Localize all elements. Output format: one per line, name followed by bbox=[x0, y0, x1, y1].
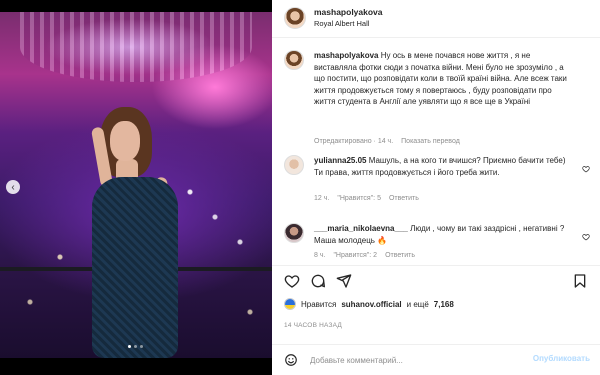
lace-dress bbox=[92, 177, 178, 358]
bookmark-icon[interactable] bbox=[572, 273, 588, 289]
carousel-dot bbox=[128, 345, 131, 348]
caption-translate-link[interactable]: Показать перевод bbox=[401, 138, 460, 145]
add-comment-bar: Опубликовать bbox=[272, 344, 600, 375]
post-timestamp: 14 ЧАСОВ НАЗАД bbox=[284, 322, 342, 329]
heart-icon[interactable] bbox=[582, 160, 590, 173]
likes-suffix: и ещё bbox=[406, 299, 429, 309]
likes-user[interactable]: suhanov.official bbox=[341, 300, 401, 309]
comment-time: 12 ч. bbox=[314, 195, 330, 202]
avatar[interactable] bbox=[284, 298, 296, 310]
person bbox=[78, 107, 198, 358]
comments-list: mashapolyakova Ну ось в мене почався нов… bbox=[272, 40, 600, 265]
caption-meta: Отредактировано · 14 ч. Показать перевод bbox=[314, 138, 460, 145]
action-bar bbox=[272, 265, 600, 295]
comment-text: yulianna25.05 Машуль, а на кого ти вчишс… bbox=[314, 155, 574, 178]
comment-username[interactable]: ___maria_nikolaevna___ bbox=[314, 224, 408, 233]
carousel-dot bbox=[134, 345, 137, 348]
heart-icon[interactable] bbox=[284, 273, 300, 289]
share-icon[interactable] bbox=[336, 273, 352, 289]
chevron-left-icon[interactable]: ‹ bbox=[6, 180, 20, 194]
post-header: mashapolyakova Royal Albert Hall bbox=[272, 0, 600, 38]
carousel-dots bbox=[128, 345, 143, 348]
avatar[interactable] bbox=[284, 50, 304, 70]
caption-edited: Отредактировано · 14 ч. bbox=[314, 138, 394, 145]
comment-likes[interactable]: "Нравится": 2 bbox=[333, 252, 377, 259]
post-sidebar: mashapolyakova Royal Albert Hall mashapo… bbox=[272, 0, 600, 375]
comment-meta: 12 ч. "Нравится": 5 Ответить bbox=[314, 195, 419, 202]
emoji-icon[interactable] bbox=[284, 353, 298, 367]
photo-pane: ‹ bbox=[0, 0, 272, 375]
heart-icon[interactable] bbox=[582, 228, 590, 241]
hall-dome bbox=[20, 12, 252, 82]
comment-reply[interactable]: Ответить bbox=[389, 195, 419, 202]
comment-icon[interactable] bbox=[310, 273, 326, 289]
likes-summary: Нравится suhanov.official и ещё 7,168 bbox=[284, 298, 454, 310]
carousel-dot bbox=[140, 345, 143, 348]
post-location[interactable]: Royal Albert Hall bbox=[314, 19, 369, 28]
post-photo[interactable] bbox=[0, 12, 272, 362]
caption-username[interactable]: mashapolyakova bbox=[314, 51, 378, 60]
avatar[interactable] bbox=[284, 155, 304, 175]
caption-text: mashapolyakova Ну ось в мене почався нов… bbox=[314, 50, 574, 108]
face bbox=[110, 121, 140, 161]
comment-text: ___maria_nikolaevna___ Люди , чому ви та… bbox=[314, 223, 574, 246]
comment-time: 8 ч. bbox=[314, 252, 326, 259]
likes-prefix: Нравится bbox=[301, 299, 337, 309]
post-username[interactable]: mashapolyakova bbox=[314, 7, 383, 17]
comment-meta: 8 ч. "Нравится": 2 Ответить bbox=[314, 252, 415, 259]
likes-count[interactable]: 7,168 bbox=[434, 300, 454, 309]
post-modal: ‹ mashapolyakova Royal Albert Hall masha… bbox=[0, 0, 600, 375]
comment-likes[interactable]: "Нравится": 5 bbox=[337, 195, 381, 202]
post-comment-button[interactable]: Опубликовать bbox=[533, 354, 590, 363]
avatar[interactable] bbox=[284, 7, 306, 29]
avatar[interactable] bbox=[284, 223, 304, 243]
comment-username[interactable]: yulianna25.05 bbox=[314, 156, 366, 165]
comment-reply[interactable]: Ответить bbox=[385, 252, 415, 259]
comment-input[interactable] bbox=[310, 353, 520, 367]
